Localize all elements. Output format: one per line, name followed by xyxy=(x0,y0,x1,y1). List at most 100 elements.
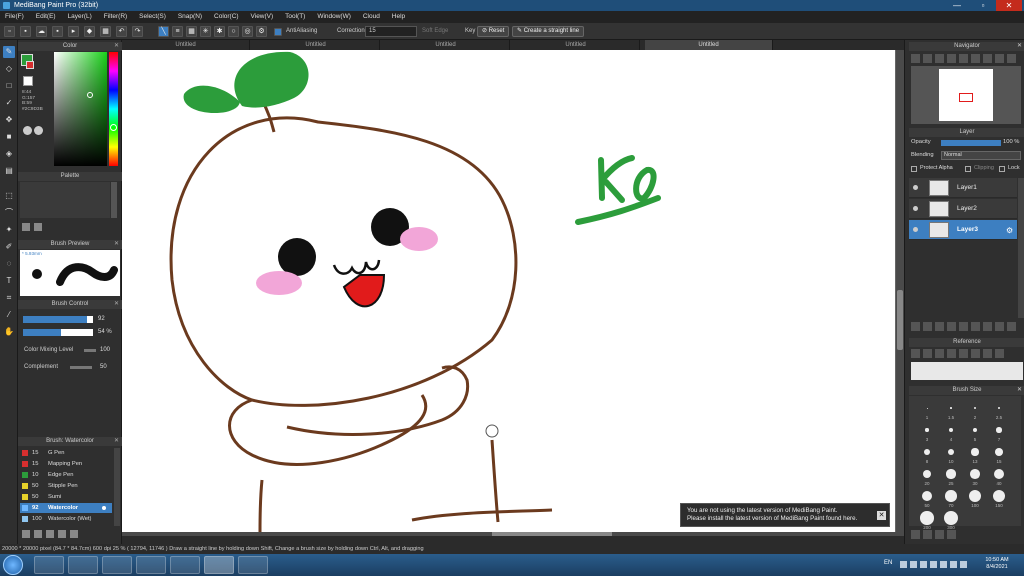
layer-more-icon[interactable] xyxy=(1007,322,1016,331)
hand-tool-icon[interactable]: ✋ xyxy=(3,326,15,338)
snap-off-icon[interactable]: ╲ xyxy=(158,26,169,37)
background-color-swatch[interactable] xyxy=(26,61,34,69)
lock-checkbox[interactable] xyxy=(999,166,1005,172)
menu-snap[interactable]: Snap(N) xyxy=(173,11,207,23)
tab-document-2[interactable]: Untitled xyxy=(252,40,380,50)
reference-zoom-in-icon[interactable] xyxy=(947,349,956,358)
visibility-eye-icon[interactable] xyxy=(913,227,918,232)
menu-file[interactable]: File(F) xyxy=(0,11,29,23)
brush-size-reset-icon[interactable] xyxy=(935,530,944,539)
menu-select[interactable]: Select(S) xyxy=(134,11,171,23)
taskbar-ie-icon[interactable] xyxy=(34,556,64,574)
rotate-left-icon[interactable] xyxy=(959,54,968,63)
new-layer-icon[interactable] xyxy=(911,322,920,331)
panel-close-icon[interactable]: ✕ xyxy=(114,42,119,51)
hue-slider[interactable] xyxy=(109,52,118,166)
brush-tool-icon[interactable]: ✎ xyxy=(3,46,15,58)
brush-size-settings-icon[interactable] xyxy=(947,530,956,539)
brush-size-option[interactable] xyxy=(993,468,1005,480)
redo-icon[interactable]: ↷ xyxy=(132,26,143,37)
cloud-icon[interactable]: ☁ xyxy=(36,26,47,37)
brush-size-option[interactable] xyxy=(950,407,952,409)
new-halftone-layer-icon[interactable] xyxy=(923,322,932,331)
brush-item-watercolor[interactable]: 92 Watercolor xyxy=(20,503,112,513)
palette-scrollbar[interactable] xyxy=(111,182,117,218)
palette-area[interactable] xyxy=(20,182,110,218)
drawing-canvas[interactable] xyxy=(122,50,895,533)
reference-image-area[interactable] xyxy=(911,362,1023,380)
menu-tool[interactable]: Tool(T) xyxy=(280,11,310,23)
brush-cloud-icon[interactable] xyxy=(70,530,78,538)
snap-parallel-icon[interactable]: ≡ xyxy=(172,26,183,37)
divide-tool-icon[interactable]: ⌗ xyxy=(3,292,15,304)
layer-opacity-slider[interactable] xyxy=(941,140,1001,146)
layer-settings-gear-icon[interactable]: ⚙ xyxy=(1006,226,1013,235)
snap-curve-icon[interactable]: ◎ xyxy=(242,26,253,37)
tray-icon-2[interactable] xyxy=(910,561,917,568)
language-indicator[interactable]: EN xyxy=(884,560,892,566)
text-tool-icon[interactable]: T xyxy=(3,275,15,287)
brush-size-option[interactable] xyxy=(968,489,982,503)
menu-help[interactable]: Help xyxy=(387,11,410,23)
flip-vertical-icon[interactable] xyxy=(1007,54,1016,63)
menu-view[interactable]: View(V) xyxy=(246,11,279,23)
brush-item-edge-pen[interactable]: 10 Edge Pen xyxy=(20,470,112,480)
brush-size-option[interactable] xyxy=(970,469,980,479)
select-rect-tool-icon[interactable]: ⬚ xyxy=(3,190,15,202)
brush-item-g-pen[interactable]: 15 G Pen xyxy=(20,448,112,458)
select-eraser-tool-icon[interactable]: ◌ xyxy=(3,258,15,270)
open-file-icon[interactable]: ▪ xyxy=(20,26,31,37)
reference-close-icon[interactable] xyxy=(935,349,944,358)
zoom-out-icon[interactable] xyxy=(923,54,932,63)
reference-flip-icon[interactable] xyxy=(995,349,1004,358)
menu-color[interactable]: Color(C) xyxy=(209,11,244,23)
reference-folder-icon[interactable] xyxy=(923,349,932,358)
brush-size-option[interactable] xyxy=(995,448,1003,456)
canvas-horizontal-scrollbar[interactable] xyxy=(122,532,904,536)
new-file-icon[interactable]: ▫ xyxy=(4,26,15,37)
new-folder-icon[interactable] xyxy=(959,322,968,331)
update-notice[interactable]: You are not using the latest version of … xyxy=(680,503,890,527)
flip-horizontal-icon[interactable] xyxy=(995,54,1004,63)
share-icon[interactable]: ◆ xyxy=(84,26,95,37)
brush-size-option[interactable] xyxy=(920,511,934,525)
brush-size-add-icon[interactable] xyxy=(911,530,920,539)
brush-folder-icon[interactable] xyxy=(34,530,42,538)
color-picker-cursor[interactable] xyxy=(87,92,93,98)
palette-delete-icon[interactable] xyxy=(34,223,42,231)
undo-icon[interactable]: ↶ xyxy=(116,26,127,37)
volume-icon[interactable] xyxy=(960,561,967,568)
update-notice-close-button[interactable]: ✕ xyxy=(877,511,886,520)
visibility-eye-icon[interactable] xyxy=(913,185,918,190)
export-icon[interactable]: ▸ xyxy=(68,26,79,37)
menu-window[interactable]: Window(W) xyxy=(312,11,356,23)
snap-radial-icon[interactable]: ✱ xyxy=(214,26,225,37)
brush-size-option[interactable] xyxy=(944,511,958,525)
reference-zoom-out-icon[interactable] xyxy=(959,349,968,358)
brush-size-option[interactable] xyxy=(924,449,930,455)
brush-item-mapping-pen[interactable]: 15 Mapping Pen xyxy=(20,459,112,469)
color-mode-icon[interactable] xyxy=(23,126,32,135)
select-pen-tool-icon[interactable]: ✐ xyxy=(3,241,15,253)
color-wheel-icon[interactable] xyxy=(34,126,43,135)
color-saturation-square[interactable] xyxy=(54,52,107,166)
brush-copy-icon[interactable] xyxy=(58,530,66,538)
brush-settings-icon[interactable] xyxy=(102,506,106,510)
fill-rect-tool-icon[interactable]: ■ xyxy=(3,131,15,143)
straight-line-button[interactable]: ✎ Create a straight line xyxy=(512,26,585,37)
new-8bit-layer-icon[interactable] xyxy=(935,322,944,331)
merge-down-icon[interactable] xyxy=(983,322,992,331)
brush-size-option[interactable] xyxy=(973,406,977,410)
close-button[interactable]: ✕ xyxy=(996,0,1022,11)
bucket-tool-icon[interactable]: ◈ xyxy=(3,148,15,160)
tab-document-4[interactable]: Untitled xyxy=(512,40,640,50)
minimize-button[interactable]: — xyxy=(944,0,970,11)
reference-rotate-icon[interactable] xyxy=(983,349,992,358)
menu-filter[interactable]: Filter(R) xyxy=(99,11,132,23)
dot-tool-icon[interactable]: □ xyxy=(3,80,15,92)
brush-add-icon[interactable] xyxy=(22,530,30,538)
eraser-tool-icon[interactable]: ◇ xyxy=(3,63,15,75)
reset-button[interactable]: ⊘ Reset xyxy=(477,26,510,37)
layer-row-2[interactable]: Layer2 xyxy=(909,199,1017,219)
reset-rotation-icon[interactable] xyxy=(983,54,992,63)
